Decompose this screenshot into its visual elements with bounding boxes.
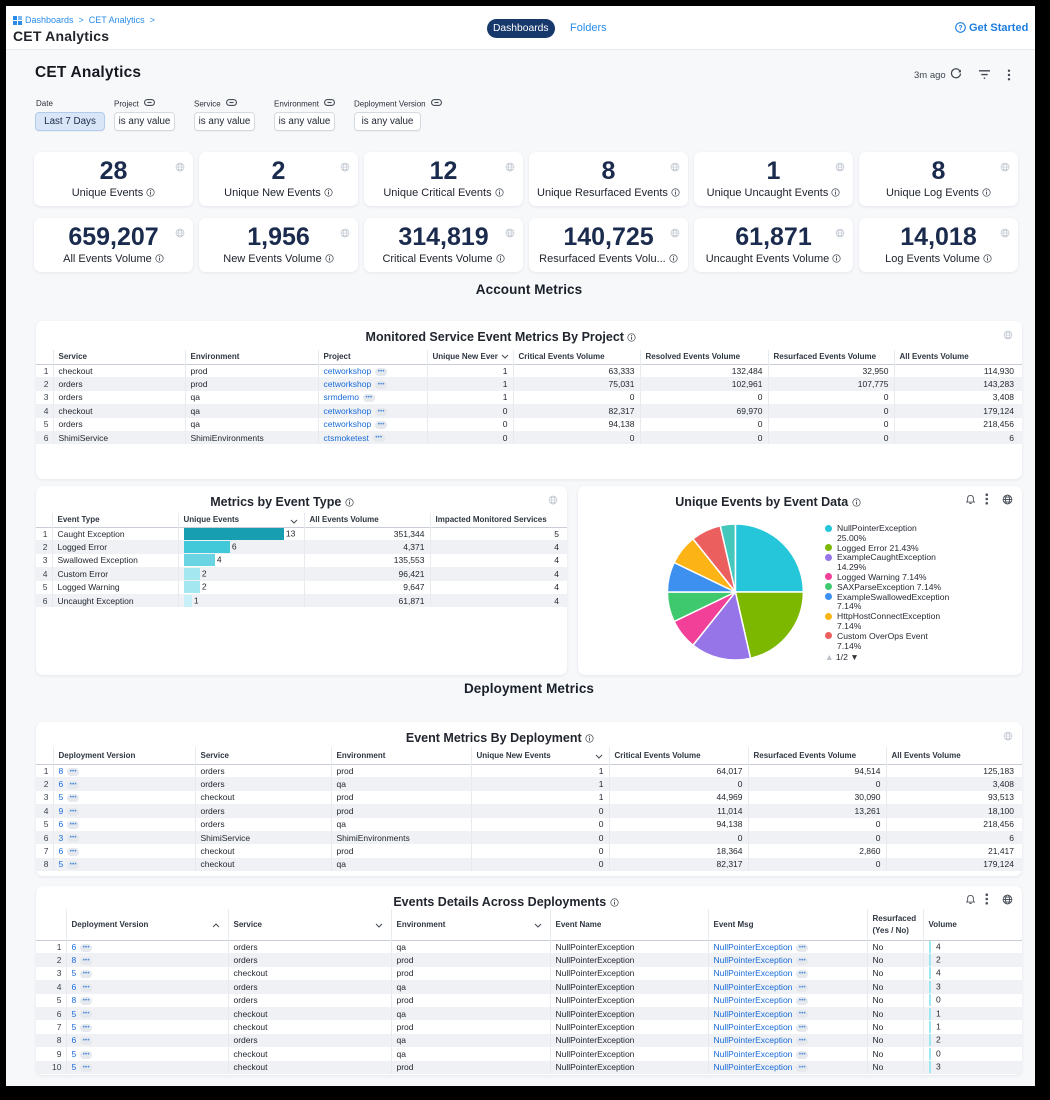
svg-text:?: ? [958,25,962,32]
